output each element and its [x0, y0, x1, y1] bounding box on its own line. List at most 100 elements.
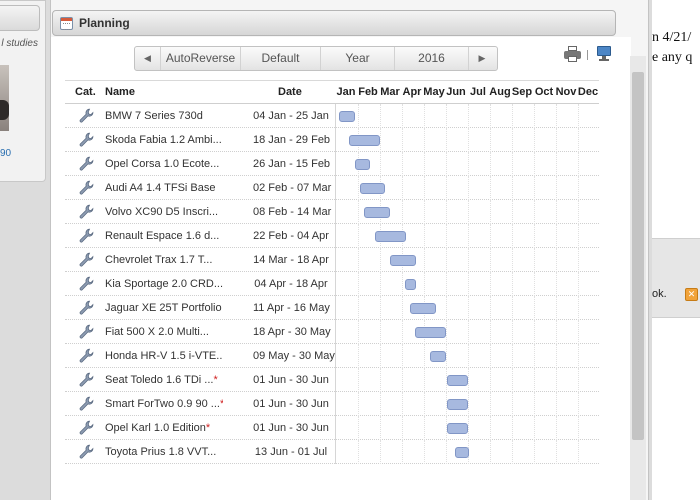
table-row[interactable]: Audi A4 1.4 TFSi Base 02 Feb - 07 Mar — [65, 176, 599, 200]
table-row[interactable]: Seat Toledo 1.6 TDi ...* 01 Jun - 30 Jun — [65, 368, 599, 392]
schedule-bar[interactable] — [455, 447, 469, 458]
row-date: 22 Feb - 04 Apr — [253, 230, 329, 242]
row-name-text: Jaguar XE 25T Portfolio — [105, 302, 222, 314]
month-gridline — [424, 128, 425, 152]
row-name-text: Honda HR-V 1.5 i-VTE... — [105, 350, 223, 362]
schedule-bar[interactable] — [409, 303, 436, 314]
month-gridline — [534, 128, 535, 152]
schedule-bar[interactable] — [446, 423, 469, 434]
category-column-header[interactable]: Cat. — [75, 86, 96, 98]
table-row[interactable]: Opel Karl 1.0 Edition* 01 Jun - 30 Jun — [65, 416, 599, 440]
month-gridline — [578, 368, 579, 392]
month-gridline — [380, 248, 381, 272]
month-gridline — [512, 296, 513, 320]
row-name-text: Opel Karl 1.0 Edition — [105, 422, 206, 434]
row-name-text: Audi A4 1.4 TFSi Base — [105, 182, 216, 194]
table-row[interactable]: Jaguar XE 25T Portfolio 11 Apr - 16 May — [65, 296, 599, 320]
monitor-icon[interactable] — [597, 46, 611, 61]
month-gridline — [402, 392, 403, 416]
month-gridline — [512, 128, 513, 152]
row-name-text: Opel Corsa 1.0 Ecote... — [105, 158, 220, 170]
month-gridline — [402, 416, 403, 440]
table-row[interactable]: Toyota Prius 1.8 VVT... 13 Jun - 01 Jul — [65, 440, 599, 464]
auto-reverse-button[interactable]: AutoReverse — [161, 47, 241, 70]
month-gridline — [380, 416, 381, 440]
next-button[interactable]: ▶ — [469, 47, 495, 70]
month-gridline — [512, 176, 513, 200]
month-header: Feb — [358, 86, 378, 98]
month-gridline — [490, 248, 491, 272]
month-gridline — [512, 344, 513, 368]
month-gridline — [424, 344, 425, 368]
table-row[interactable]: Volvo XC90 D5 Inscri... 08 Feb - 14 Mar — [65, 200, 599, 224]
row-date: 09 May - 30 May — [253, 350, 335, 362]
previous-button[interactable]: ◀ — [135, 47, 161, 70]
month-gridline — [402, 344, 403, 368]
month-gridline — [490, 416, 491, 440]
schedule-bar[interactable] — [389, 255, 416, 266]
month-gridline — [468, 272, 469, 296]
rss-icon[interactable]: ✕ — [685, 288, 698, 301]
table-row[interactable]: Honda HR-V 1.5 i-VTE... 09 May - 30 May — [65, 344, 599, 368]
date-column-header[interactable]: Date — [278, 86, 302, 98]
month-gridline — [358, 104, 359, 128]
month-gridline — [578, 416, 579, 440]
month-gridline — [424, 176, 425, 200]
wrench-icon — [78, 108, 94, 124]
schedule-bar[interactable] — [404, 279, 416, 290]
calendar-icon — [60, 17, 73, 30]
row-name: Kia Sportage 2.0 CRD... — [105, 278, 223, 290]
scrollbar-thumb[interactable] — [632, 72, 644, 440]
month-header: Aug — [489, 86, 511, 98]
month-gridline — [556, 320, 557, 344]
month-gridline — [424, 104, 425, 128]
left-link[interactable]: 90 — [0, 148, 11, 159]
table-row[interactable]: Opel Corsa 1.0 Ecote... 26 Jan - 15 Feb — [65, 152, 599, 176]
month-gridline — [490, 272, 491, 296]
month-gridline — [512, 392, 513, 416]
row-date: 26 Jan - 15 Feb — [253, 158, 331, 170]
month-gridline — [446, 272, 447, 296]
table-row[interactable]: Skoda Fabia 1.2 Ambi... 18 Jan - 29 Feb — [65, 128, 599, 152]
month-header: Nov — [555, 86, 577, 98]
month-gridline — [424, 224, 425, 248]
schedule-bar[interactable] — [364, 207, 391, 218]
year-view-button[interactable]: Year — [321, 47, 395, 70]
row-name-text: Smart ForTwo 0.9 90 ... — [105, 398, 220, 410]
schedule-bar[interactable] — [360, 183, 386, 194]
table-row[interactable]: Renault Espace 1.6 d... 22 Feb - 04 Apr — [65, 224, 599, 248]
month-gridline — [380, 440, 381, 464]
month-gridline — [468, 152, 469, 176]
table-row[interactable]: BMW 7 Series 730d 04 Jan - 25 Jan — [65, 104, 599, 128]
row-name: Toyota Prius 1.8 VVT... — [105, 446, 223, 458]
month-gridline — [490, 128, 491, 152]
row-name-text: Volvo XC90 D5 Inscri... — [105, 206, 219, 218]
schedule-bar[interactable] — [374, 231, 406, 242]
schedule-bar[interactable] — [414, 327, 446, 338]
month-gridline — [402, 272, 403, 296]
table-row[interactable]: Smart ForTwo 0.9 90 ...* 01 Jun - 30 Jun — [65, 392, 599, 416]
table-row[interactable]: Fiat 500 X 2.0 Multi... 18 Apr - 30 May — [65, 320, 599, 344]
month-gridline — [358, 224, 359, 248]
schedule-bar[interactable] — [355, 159, 371, 170]
wrench-icon — [78, 276, 94, 292]
schedule-bar[interactable] — [446, 399, 469, 410]
schedule-bar[interactable] — [349, 135, 381, 146]
row-name: Renault Espace 1.6 d... — [105, 230, 223, 242]
schedule-bar[interactable] — [446, 375, 469, 386]
month-gridline — [534, 224, 535, 248]
schedule-bar[interactable] — [339, 111, 356, 122]
month-gridline — [512, 368, 513, 392]
name-column-header[interactable]: Name — [105, 86, 135, 98]
table-row[interactable]: Chevrolet Trax 1.7 T... 14 Mar - 18 Apr — [65, 248, 599, 272]
row-name: Skoda Fabia 1.2 Ambi... — [105, 134, 223, 146]
month-header: Sep — [511, 86, 533, 98]
month-gridline — [424, 392, 425, 416]
table-row[interactable]: Kia Sportage 2.0 CRD... 04 Apr - 18 Apr — [65, 272, 599, 296]
print-icon[interactable] — [564, 46, 581, 62]
year-value[interactable]: 2016 — [395, 47, 469, 70]
wrench-icon — [78, 252, 94, 268]
month-gridline — [424, 416, 425, 440]
default-button[interactable]: Default — [241, 47, 321, 70]
schedule-bar[interactable] — [430, 351, 446, 362]
